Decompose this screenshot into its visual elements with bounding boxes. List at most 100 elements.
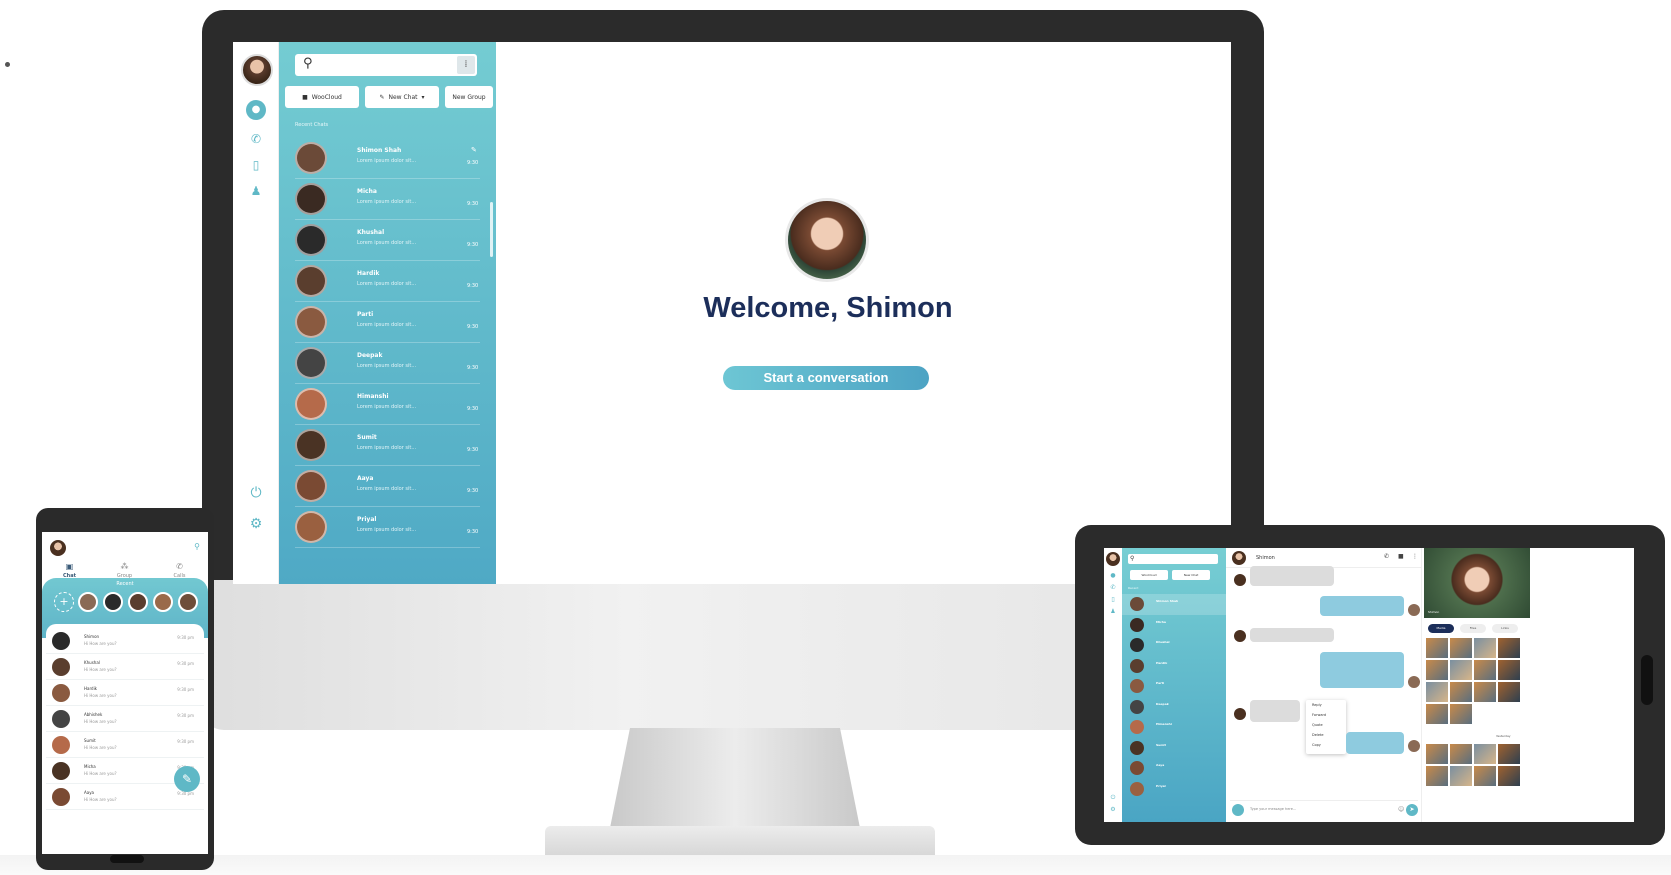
media-thumb[interactable]: [1474, 766, 1496, 786]
chat-list-item[interactable]: Hardik: [1122, 656, 1226, 677]
bell-icon[interactable]: ♟: [1104, 608, 1122, 615]
media-thumb[interactable]: [1498, 638, 1520, 658]
chat-list-item[interactable]: Micha: [1122, 615, 1226, 636]
media-thumb[interactable]: [1426, 744, 1448, 764]
list-item[interactable]: Sumit Hi How are you? 9:30 pm: [46, 732, 204, 758]
list-item[interactable]: Khushal Hi How are you? 9:30 pm: [46, 654, 204, 680]
list-item[interactable]: Shimon Hi How are you? 9:30 pm: [46, 628, 204, 654]
menu-item-quote[interactable]: Quote: [1306, 720, 1346, 730]
new-chat-button[interactable]: New Chat: [1172, 570, 1210, 580]
chat-list-item[interactable]: Parti: [1122, 676, 1226, 697]
menu-item-forward[interactable]: Forward: [1306, 710, 1346, 720]
media-thumb[interactable]: [1498, 766, 1520, 786]
chat-list-item[interactable]: Aaya: [1122, 758, 1226, 779]
woocloud-button[interactable]: WooCloud: [1130, 570, 1168, 580]
recent-avatar[interactable]: [128, 592, 148, 612]
chat-list-item[interactable]: Deepak: [1122, 697, 1226, 718]
tab-group[interactable]: ⁂ Group: [97, 562, 152, 579]
outgoing-bubble[interactable]: [1320, 652, 1404, 688]
send-button[interactable]: ➤: [1406, 804, 1418, 816]
recent-avatar[interactable]: [153, 592, 173, 612]
chat-list-item[interactable]: Priyal Lorem ipsum dolor sit... 9:30: [279, 507, 496, 548]
bell-icon[interactable]: ♟: [233, 184, 279, 198]
contacts-icon[interactable]: ▯: [1104, 596, 1122, 603]
list-item[interactable]: Abhishek Hi How are you? 9:30 pm: [46, 706, 204, 732]
message-input[interactable]: Type your message here...: [1250, 807, 1296, 811]
search-input[interactable]: ⚲ ⁞: [295, 54, 477, 76]
mic-icon[interactable]: [1232, 804, 1244, 816]
media-thumb[interactable]: [1450, 766, 1472, 786]
chat-list-item[interactable]: Khushal: [1122, 635, 1226, 656]
media-thumb[interactable]: [1450, 660, 1472, 680]
tab-media[interactable]: Media: [1428, 624, 1454, 633]
chat-list-item[interactable]: Parti Lorem ipsum dolor sit... 9:30: [279, 302, 496, 343]
media-thumb[interactable]: [1498, 682, 1520, 702]
chat-list-item[interactable]: Khushal Lorem ipsum dolor sit... 9:30: [279, 220, 496, 261]
media-thumb[interactable]: [1426, 766, 1448, 786]
chat-list-item[interactable]: Micha Lorem ipsum dolor sit... 9:30: [279, 179, 496, 220]
pin-icon[interactable]: ✎: [471, 146, 477, 154]
phone-icon[interactable]: ✆: [233, 132, 279, 146]
chat-list-item[interactable]: Sumit: [1122, 738, 1226, 759]
tab-calls[interactable]: ✆ Calls: [152, 562, 207, 579]
outgoing-bubble[interactable]: [1346, 732, 1404, 754]
media-thumb[interactable]: [1450, 704, 1472, 724]
gear-icon[interactable]: ⚙: [1104, 806, 1122, 813]
video-icon[interactable]: ■: [1398, 553, 1404, 560]
woocloud-button[interactable]: ■ WooCloud: [285, 86, 359, 108]
recent-avatar[interactable]: [78, 592, 98, 612]
media-thumb[interactable]: [1498, 660, 1520, 680]
new-group-button[interactable]: New Group: [445, 86, 493, 108]
incoming-bubble[interactable]: [1250, 628, 1334, 642]
search-input[interactable]: ⚲: [1128, 554, 1218, 564]
chat-list-item[interactable]: Priyal: [1122, 779, 1226, 800]
contact-avatar[interactable]: [1232, 551, 1246, 565]
user-avatar[interactable]: [241, 54, 273, 86]
list-item[interactable]: Hardik Hi How are you? 9:30 pm: [46, 680, 204, 706]
chat-list-item[interactable]: Aaya Lorem ipsum dolor sit... 9:30: [279, 466, 496, 507]
recent-avatar[interactable]: [103, 592, 123, 612]
power-icon[interactable]: ⏻: [1104, 794, 1122, 802]
chat-list-item[interactable]: Himanshi: [1122, 717, 1226, 738]
media-thumb[interactable]: [1426, 660, 1448, 680]
outgoing-bubble[interactable]: [1320, 596, 1404, 616]
chat-list-item[interactable]: Shimon Shah Lorem ipsum dolor sit... 9:3…: [279, 138, 496, 179]
media-thumb[interactable]: [1450, 682, 1472, 702]
chat-list-item[interactable]: Deepak Lorem ipsum dolor sit... 9:30: [279, 343, 496, 384]
incoming-bubble[interactable]: [1250, 700, 1300, 722]
media-thumb[interactable]: [1426, 682, 1448, 702]
add-story-button[interactable]: +: [54, 592, 74, 612]
media-thumb[interactable]: [1474, 660, 1496, 680]
chat-icon[interactable]: ●: [1104, 572, 1122, 579]
chat-list-item[interactable]: Hardik Lorem ipsum dolor sit... 9:30: [279, 261, 496, 302]
new-chat-button[interactable]: ✎ New Chat ▾: [365, 86, 439, 108]
chat-list-item[interactable]: Himanshi Lorem ipsum dolor sit... 9:30: [279, 384, 496, 425]
phone-avatar[interactable]: [50, 540, 66, 556]
media-thumb[interactable]: [1450, 638, 1472, 658]
media-thumb[interactable]: [1474, 682, 1496, 702]
media-thumb[interactable]: [1498, 744, 1520, 764]
emoji-icon[interactable]: ☺: [1398, 806, 1404, 813]
phone-icon[interactable]: ✆: [1384, 553, 1389, 560]
menu-item-delete[interactable]: Delete: [1306, 730, 1346, 740]
contacts-icon[interactable]: ▯: [233, 158, 279, 172]
menu-item-copy[interactable]: Copy: [1306, 740, 1346, 750]
tab-links[interactable]: Links: [1492, 624, 1518, 633]
media-thumb[interactable]: [1426, 704, 1448, 724]
tab-files[interactable]: Files: [1460, 624, 1486, 633]
chat-list-item[interactable]: Sumit Lorem ipsum dolor sit... 9:30: [279, 425, 496, 466]
compose-button[interactable]: ✎: [174, 766, 200, 792]
gear-icon[interactable]: ⚙: [233, 516, 279, 532]
user-avatar[interactable]: [1106, 552, 1120, 566]
media-thumb[interactable]: [1474, 744, 1496, 764]
chat-icon[interactable]: ●: [246, 100, 266, 120]
phone-icon[interactable]: ✆: [1104, 584, 1122, 591]
more-icon[interactable]: ⋮: [1412, 553, 1418, 560]
tab-chat[interactable]: ▣ Chat: [42, 562, 97, 579]
power-icon[interactable]: ⏻: [233, 485, 279, 501]
search-icon[interactable]: ⚲: [194, 542, 200, 551]
chat-list-item[interactable]: Shimon Shah: [1122, 594, 1226, 615]
media-thumb[interactable]: [1450, 744, 1472, 764]
dialpad-icon[interactable]: ⁞: [457, 56, 475, 74]
media-thumb[interactable]: [1474, 638, 1496, 658]
